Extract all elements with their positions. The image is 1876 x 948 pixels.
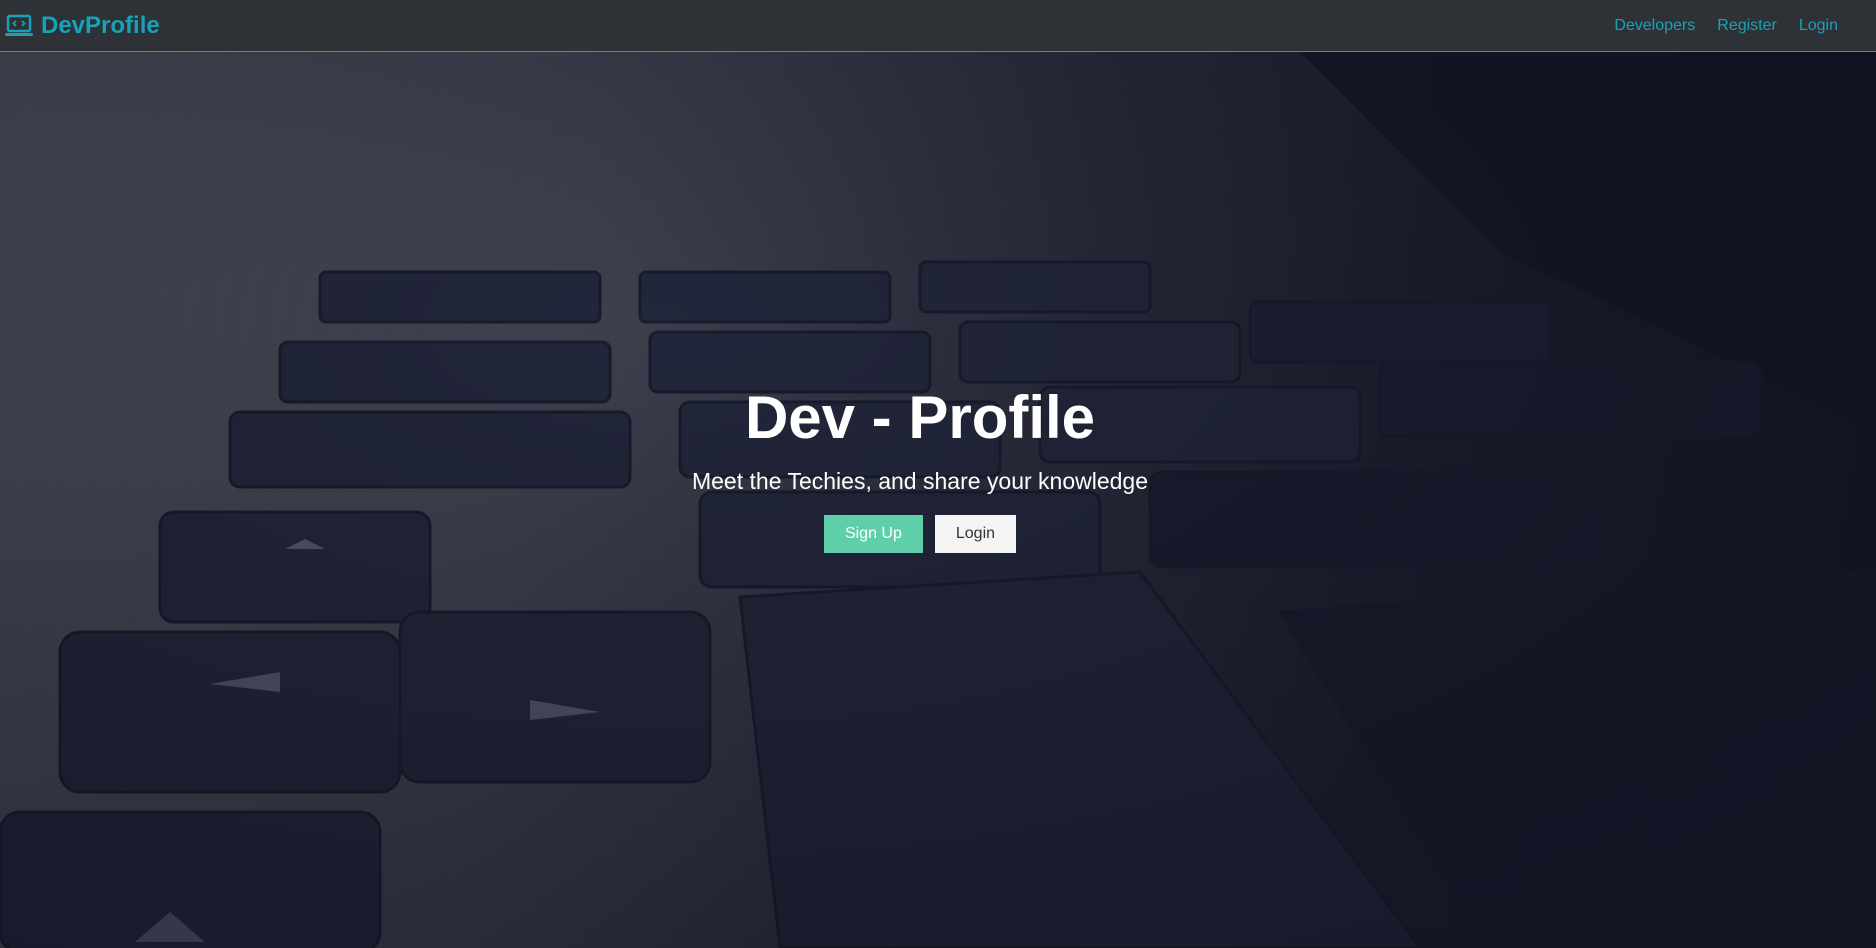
hero-content: Dev - Profile Meet the Techies, and shar… — [0, 382, 1840, 553]
hero-subtitle: Meet the Techies, and share your knowled… — [691, 468, 1149, 494]
brand-link[interactable]: DevProfile — [5, 12, 160, 40]
hero-section: Dev - Profile Meet the Techies, and shar… — [0, 52, 1876, 948]
sign-up-button[interactable]: Sign Up — [823, 515, 923, 553]
brand-name: DevProfile — [41, 11, 160, 39]
login-button[interactable]: Login — [934, 515, 1017, 553]
navbar: DevProfile Developers Register Login — [0, 0, 1876, 52]
nav-login-link[interactable]: Login — [1799, 17, 1838, 35]
nav-register-link[interactable]: Register — [1717, 17, 1777, 35]
hero-title: Dev - Profile — [744, 384, 1096, 451]
laptop-code-icon — [5, 14, 33, 36]
nav-developers-link[interactable]: Developers — [1614, 17, 1695, 35]
hero-buttons: Sign Up Login — [0, 515, 1840, 553]
nav-links: Developers Register Login — [1592, 17, 1838, 35]
